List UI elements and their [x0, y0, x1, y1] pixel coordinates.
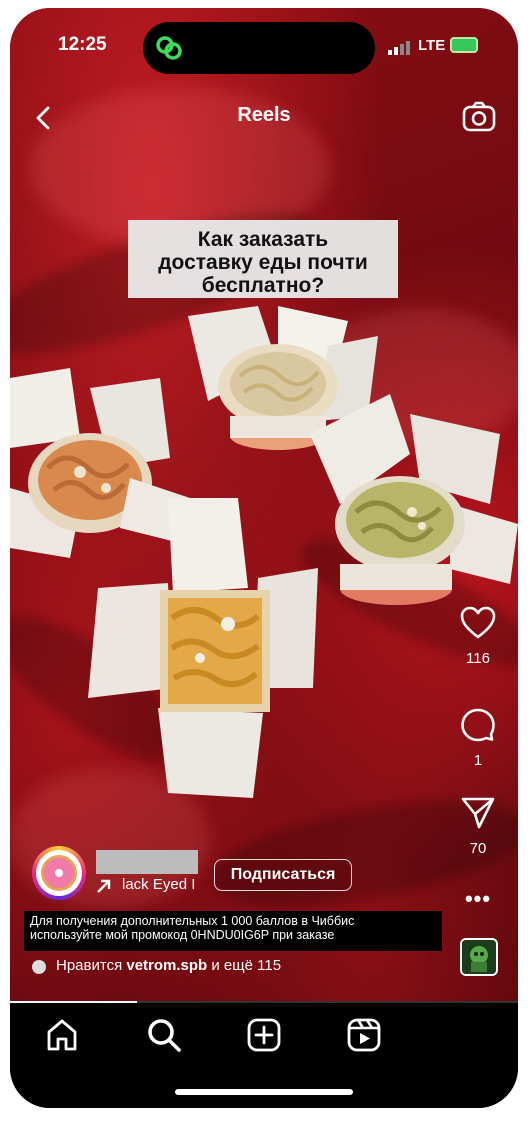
caption-line-1: Для получения дополнительных 1 000 балло… [30, 914, 355, 928]
liker-avatar [32, 960, 46, 974]
share-count: 70 [469, 840, 487, 857]
search-icon[interactable] [146, 1017, 182, 1053]
caption-line-2: используйте мой промокод 0HNDU0IG6P при … [30, 928, 335, 942]
like-button[interactable]: 116 [448, 606, 508, 667]
noodle-box-right [310, 394, 518, 605]
reel-caption[interactable]: Для получения дополнительных 1 000 балло… [24, 911, 442, 951]
phone-screen: 12:25 LTE Reels Как заказать доставку ед… [10, 8, 518, 1108]
link-activity-icon [156, 36, 182, 60]
heart-icon [460, 606, 496, 639]
likes-suffix: и ещё 115 [207, 957, 282, 974]
clock: 12:25 [58, 34, 107, 55]
camera-icon[interactable] [462, 100, 496, 134]
audio-thumbnail[interactable] [460, 938, 498, 976]
network-type: LTE [418, 37, 446, 54]
bottom-tab-bar [10, 1003, 518, 1108]
comment-count: 1 [473, 752, 483, 769]
video-overlay-text: Как заказать доставку еды почти бесплатн… [128, 220, 398, 298]
top-bar: Reels [10, 96, 518, 140]
reel-video[interactable] [10, 8, 518, 1003]
send-icon [461, 797, 495, 829]
comment-icon [461, 708, 495, 742]
overlay-line-1: Как заказать [197, 228, 329, 251]
arrow-up-right-icon [97, 879, 111, 893]
likes-user[interactable]: vetrom.spb [126, 957, 207, 974]
overlay-line-2: доставку еды почти [158, 251, 368, 274]
follow-button[interactable]: Подписаться [214, 859, 352, 891]
donut-avatar-image [41, 855, 77, 891]
author-avatar[interactable] [32, 846, 86, 900]
share-button[interactable]: 70 [448, 796, 508, 857]
like-count: 116 [466, 650, 490, 667]
audio-label: lack Eyed I [122, 876, 196, 893]
home-icon[interactable] [44, 1017, 80, 1053]
page-title: Reels [237, 104, 291, 126]
more-icon[interactable]: ••• [448, 886, 508, 912]
plus-square-icon[interactable] [246, 1017, 282, 1053]
dynamic-island [143, 22, 375, 74]
likes-prefix: Нравится [56, 957, 127, 974]
status-bar: 12:25 LTE [10, 8, 518, 78]
signal-icon [388, 41, 410, 55]
reels-icon[interactable] [346, 1017, 382, 1053]
overlay-line-3: бесплатно? [201, 274, 325, 297]
comment-button[interactable]: 1 [448, 708, 508, 769]
battery-icon [450, 37, 478, 53]
author-username-redacted[interactable] [96, 850, 198, 874]
home-indicator[interactable] [175, 1089, 353, 1095]
album-art-icon [462, 940, 496, 974]
noodle-box-bottom [88, 498, 318, 798]
